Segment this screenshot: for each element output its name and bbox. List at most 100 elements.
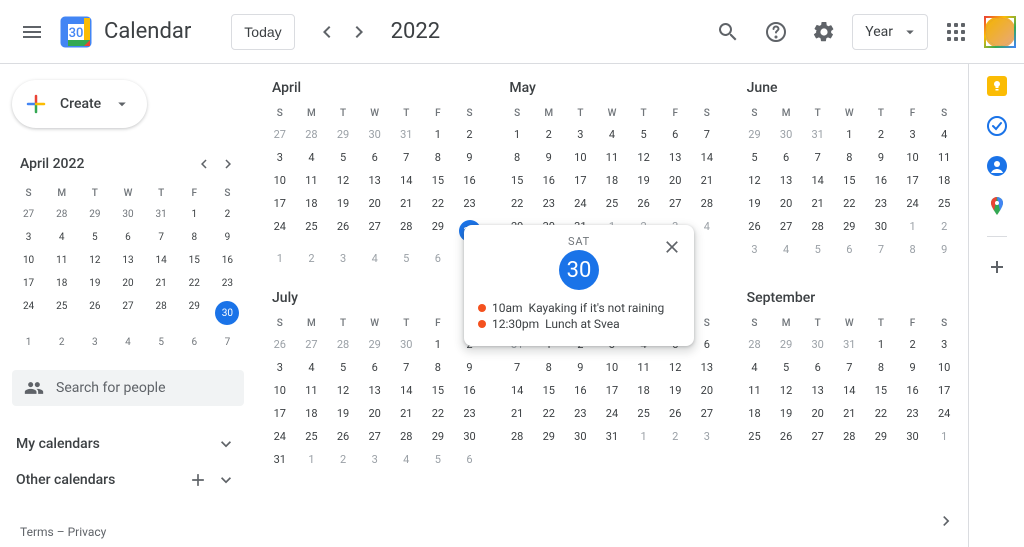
- day-cell[interactable]: 30: [865, 215, 897, 238]
- day-cell[interactable]: 27: [802, 425, 834, 448]
- day-cell[interactable]: 12: [659, 356, 691, 379]
- day-cell[interactable]: 30: [802, 333, 834, 356]
- day-cell[interactable]: 7: [691, 123, 723, 146]
- day-cell[interactable]: 9: [533, 146, 565, 169]
- search-button[interactable]: [708, 12, 748, 52]
- day-cell[interactable]: 10: [596, 356, 628, 379]
- day-cell[interactable]: 8: [501, 146, 533, 169]
- day-cell[interactable]: 17: [596, 379, 628, 402]
- day-cell[interactable]: 14: [390, 379, 422, 402]
- mini-day-cell[interactable]: 16: [211, 249, 244, 272]
- mini-day-cell[interactable]: 24: [12, 295, 45, 331]
- day-cell[interactable]: 19: [770, 402, 802, 425]
- day-cell[interactable]: 2: [454, 123, 486, 146]
- day-cell[interactable]: 1: [897, 215, 929, 238]
- day-cell[interactable]: 27: [659, 192, 691, 215]
- day-cell[interactable]: 8: [865, 356, 897, 379]
- day-cell[interactable]: 29: [327, 123, 359, 146]
- day-cell[interactable]: 26: [327, 215, 359, 247]
- day-cell[interactable]: 26: [770, 425, 802, 448]
- day-cell[interactable]: 1: [501, 123, 533, 146]
- day-cell[interactable]: 25: [296, 215, 328, 247]
- day-cell[interactable]: 31: [264, 448, 296, 471]
- day-cell[interactable]: 23: [533, 192, 565, 215]
- day-cell[interactable]: 29: [422, 425, 454, 448]
- day-cell[interactable]: 28: [739, 333, 771, 356]
- day-cell[interactable]: 22: [533, 402, 565, 425]
- day-cell[interactable]: 12: [770, 379, 802, 402]
- mini-day-cell[interactable]: 15: [178, 249, 211, 272]
- mini-prev-month[interactable]: [192, 152, 216, 176]
- day-cell[interactable]: 28: [390, 215, 422, 247]
- day-cell[interactable]: 10: [928, 356, 960, 379]
- google-apps-button[interactable]: [936, 12, 976, 52]
- day-cell[interactable]: 7: [390, 146, 422, 169]
- mini-day-cell[interactable]: 5: [78, 226, 111, 249]
- day-cell[interactable]: 6: [454, 448, 486, 471]
- day-cell[interactable]: 2: [928, 215, 960, 238]
- mini-day-cell[interactable]: 26: [78, 295, 111, 331]
- day-cell[interactable]: 5: [739, 146, 771, 169]
- day-cell[interactable]: 25: [928, 192, 960, 215]
- popup-close-button[interactable]: [656, 231, 688, 263]
- day-cell[interactable]: 28: [501, 425, 533, 448]
- mini-day-cell[interactable]: 17: [12, 272, 45, 295]
- day-cell[interactable]: 16: [454, 379, 486, 402]
- day-cell[interactable]: 18: [596, 169, 628, 192]
- day-cell[interactable]: 12: [327, 379, 359, 402]
- mini-day-cell[interactable]: 11: [45, 249, 78, 272]
- day-cell[interactable]: 6: [422, 247, 454, 270]
- day-cell[interactable]: 14: [834, 379, 866, 402]
- search-people-input[interactable]: Search for people: [12, 370, 244, 406]
- day-cell[interactable]: 29: [422, 215, 454, 247]
- day-cell[interactable]: 9: [928, 238, 960, 261]
- day-cell[interactable]: 29: [770, 333, 802, 356]
- day-cell[interactable]: 15: [501, 169, 533, 192]
- day-cell[interactable]: 5: [327, 146, 359, 169]
- day-cell[interactable]: 26: [628, 192, 660, 215]
- mini-day-cell[interactable]: 2: [45, 331, 78, 354]
- day-cell[interactable]: 19: [628, 169, 660, 192]
- day-cell[interactable]: 13: [691, 356, 723, 379]
- day-cell[interactable]: 9: [897, 356, 929, 379]
- day-cell[interactable]: 19: [327, 192, 359, 215]
- day-cell[interactable]: 17: [264, 192, 296, 215]
- prev-period-button[interactable]: [311, 16, 343, 48]
- day-cell[interactable]: 3: [739, 238, 771, 261]
- day-cell[interactable]: 11: [296, 169, 328, 192]
- get-addons-button[interactable]: [987, 257, 1007, 277]
- day-cell[interactable]: 3: [264, 356, 296, 379]
- popup-date[interactable]: 30: [559, 250, 599, 290]
- day-cell[interactable]: 2: [865, 123, 897, 146]
- day-cell[interactable]: 28: [691, 192, 723, 215]
- create-button[interactable]: Create: [12, 80, 147, 128]
- day-cell[interactable]: 16: [565, 379, 597, 402]
- terms-link[interactable]: Terms: [20, 525, 54, 539]
- mini-day-cell[interactable]: 3: [12, 226, 45, 249]
- day-cell[interactable]: 20: [659, 169, 691, 192]
- day-cell[interactable]: 27: [770, 215, 802, 238]
- day-cell[interactable]: 24: [928, 402, 960, 425]
- day-cell[interactable]: 13: [359, 169, 391, 192]
- day-cell[interactable]: 26: [739, 215, 771, 238]
- day-cell[interactable]: 30: [770, 123, 802, 146]
- day-cell[interactable]: 15: [865, 379, 897, 402]
- day-cell[interactable]: 28: [327, 333, 359, 356]
- my-calendars-section[interactable]: My calendars: [12, 426, 244, 462]
- day-cell[interactable]: 18: [739, 402, 771, 425]
- day-cell[interactable]: 15: [533, 379, 565, 402]
- contacts-addon[interactable]: [987, 156, 1007, 176]
- month-name[interactable]: September: [739, 290, 960, 314]
- day-cell[interactable]: 10: [264, 379, 296, 402]
- day-cell[interactable]: 23: [454, 192, 486, 215]
- day-cell[interactable]: 23: [897, 402, 929, 425]
- day-cell[interactable]: 27: [359, 215, 391, 247]
- day-cell[interactable]: 4: [691, 215, 723, 238]
- next-period-button[interactable]: [343, 16, 375, 48]
- main-menu-button[interactable]: [8, 8, 56, 56]
- day-cell[interactable]: 31: [834, 333, 866, 356]
- day-cell[interactable]: 11: [628, 356, 660, 379]
- day-cell[interactable]: 27: [264, 123, 296, 146]
- day-cell[interactable]: 22: [834, 192, 866, 215]
- day-cell[interactable]: 7: [865, 238, 897, 261]
